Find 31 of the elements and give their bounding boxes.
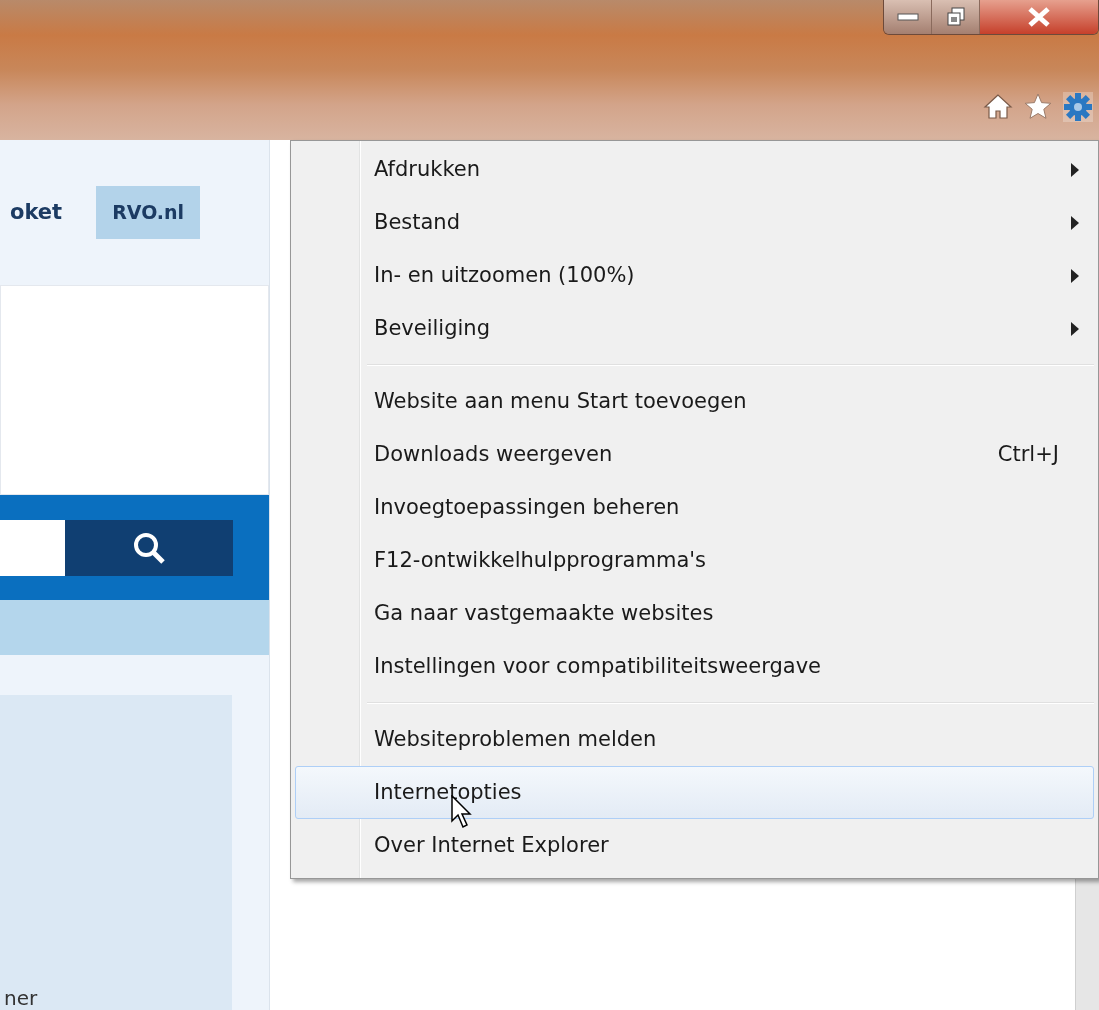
menu-item[interactable]: Website aan menu Start toevoegen	[295, 375, 1094, 428]
menu-item[interactable]: Beveiliging	[295, 302, 1094, 355]
search-button[interactable]	[65, 519, 233, 576]
menu-item[interactable]: Bestand	[295, 196, 1094, 249]
panel-text: ner	[4, 986, 38, 1010]
restore-button[interactable]	[932, 0, 980, 34]
toolbar-button[interactable]	[1063, 92, 1093, 122]
home-icon	[983, 92, 1013, 122]
site-link[interactable]: RVO.nl	[96, 186, 201, 239]
menu-item[interactable]: Invoegtoepassingen beheren	[295, 481, 1094, 534]
search-icon	[132, 530, 166, 565]
shortcut-text: Ctrl+J	[997, 440, 1059, 468]
header-text: oket	[10, 198, 63, 226]
toolbar-button[interactable]	[983, 92, 1013, 122]
close-icon	[1027, 7, 1051, 27]
minimize-icon	[896, 13, 919, 21]
close-button[interactable]	[980, 0, 1098, 34]
menu-item[interactable]: Ga naar vastgemaakte websites	[295, 587, 1094, 640]
settings-icon	[1063, 92, 1093, 122]
restore-icon	[945, 7, 966, 27]
menu-item[interactable]: Downloads weergeven Ctrl+J	[295, 428, 1094, 481]
star-icon	[1023, 92, 1053, 122]
menu-item[interactable]: Websiteproblemen melden	[295, 713, 1094, 766]
menu-item[interactable]: F12-ontwikkelhulpprogramma's	[295, 534, 1094, 587]
menu-item[interactable]: In- en uitzoomen (100%)	[295, 249, 1094, 302]
menu-item[interactable]: Afdrukken	[295, 143, 1094, 196]
toolbar-button[interactable]	[1023, 92, 1053, 122]
menu-item[interactable]: Instellingen voor compatibiliteitsweergave	[295, 640, 1094, 693]
search-field[interactable]	[0, 519, 65, 576]
menu-item[interactable]: Over Internet Explorer	[295, 819, 1094, 872]
minimize-button[interactable]	[884, 0, 932, 34]
